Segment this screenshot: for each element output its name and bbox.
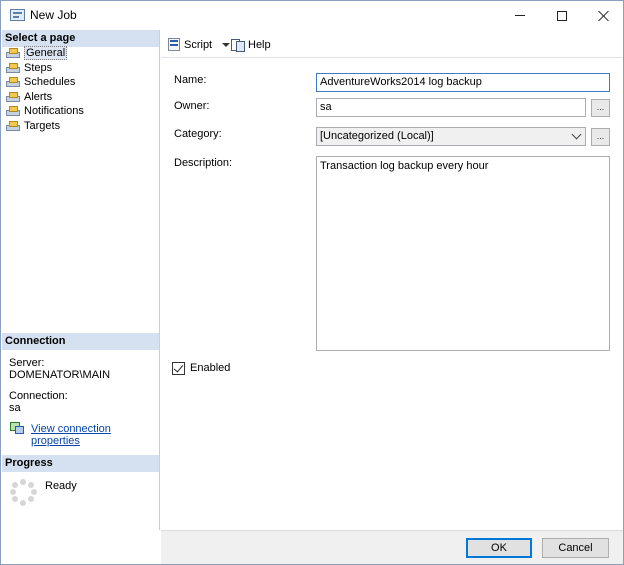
name-field[interactable]: AdventureWorks2014 log backup bbox=[316, 73, 610, 92]
page-item-schedules[interactable]: Schedules bbox=[3, 75, 84, 90]
server-value: DOMENATOR\MAIN bbox=[9, 369, 111, 381]
connection-value: sa bbox=[9, 402, 21, 414]
page-item-alerts[interactable]: Alerts bbox=[3, 90, 84, 105]
progress-spinner-icon bbox=[10, 479, 37, 506]
script-icon bbox=[167, 37, 181, 52]
toolbar: Script Help bbox=[161, 30, 623, 58]
view-connection-properties-link[interactable]: View connection properties bbox=[31, 423, 159, 447]
help-icon bbox=[231, 38, 245, 52]
close-icon bbox=[598, 10, 610, 22]
connection-header: Connection bbox=[2, 333, 159, 350]
enabled-checkbox[interactable] bbox=[172, 362, 185, 375]
progress-status: Ready bbox=[45, 480, 77, 492]
new-job-dialog: New Job Select a page General Steps Sche… bbox=[0, 0, 624, 565]
left-pane: Select a page General Steps Schedules Al… bbox=[1, 30, 160, 530]
minimize-button[interactable] bbox=[497, 1, 543, 30]
chevron-down-icon[interactable] bbox=[222, 42, 231, 47]
script-label: Script bbox=[184, 38, 213, 51]
category-select[interactable]: [Uncategorized (Local)] bbox=[316, 127, 586, 146]
connection-properties-icon[interactable] bbox=[10, 422, 24, 434]
page-item-label: Alerts bbox=[24, 90, 53, 103]
owner-field[interactable]: sa bbox=[316, 98, 586, 117]
ok-button[interactable]: OK bbox=[466, 538, 532, 558]
select-page-header: Select a page bbox=[2, 30, 159, 47]
category-value: [Uncategorized (Local)] bbox=[320, 130, 434, 142]
page-item-label: Notifications bbox=[24, 105, 84, 117]
page-icon bbox=[6, 77, 20, 88]
page-icon bbox=[6, 91, 20, 103]
connection-label: Connection: bbox=[9, 390, 68, 402]
page-icon bbox=[6, 48, 20, 59]
owner-label: Owner: bbox=[174, 100, 210, 112]
chevron-down-icon bbox=[571, 129, 582, 140]
progress-header: Progress bbox=[2, 455, 159, 472]
name-label: Name: bbox=[174, 74, 207, 86]
app-window-icon bbox=[10, 9, 25, 21]
page-item-label: General bbox=[24, 46, 68, 60]
category-label: Category: bbox=[174, 128, 222, 140]
owner-browse-button[interactable]: ... bbox=[591, 99, 610, 117]
page-item-targets[interactable]: Targets bbox=[3, 119, 84, 134]
window-title: New Job bbox=[30, 8, 77, 22]
category-browse-button[interactable]: ... bbox=[591, 128, 610, 146]
page-icon bbox=[6, 62, 20, 74]
maximize-button[interactable] bbox=[539, 1, 585, 30]
page-item-general[interactable]: General bbox=[3, 46, 84, 61]
page-icon bbox=[6, 106, 20, 117]
minimize-icon bbox=[515, 15, 525, 16]
help-button[interactable]: Help bbox=[231, 36, 271, 53]
server-label: Server: bbox=[9, 357, 45, 369]
help-label: Help bbox=[248, 38, 271, 51]
enabled-label: Enabled bbox=[190, 362, 231, 374]
description-label: Description: bbox=[174, 157, 233, 169]
page-icon bbox=[6, 120, 20, 132]
page-item-notifications[interactable]: Notifications bbox=[3, 104, 84, 119]
description-field[interactable]: Transaction log backup every hour bbox=[316, 156, 610, 351]
page-list: General Steps Schedules Alerts Notificat… bbox=[3, 46, 84, 133]
title-bar: New Job bbox=[1, 1, 623, 30]
maximize-icon bbox=[557, 10, 567, 21]
cancel-button[interactable]: Cancel bbox=[542, 538, 609, 558]
page-item-label: Targets bbox=[24, 119, 61, 132]
page-item-steps[interactable]: Steps bbox=[3, 61, 84, 76]
page-item-label: Steps bbox=[24, 61, 53, 74]
close-button[interactable] bbox=[581, 1, 624, 30]
page-item-label: Schedules bbox=[24, 76, 76, 88]
script-button[interactable]: Script bbox=[167, 36, 231, 53]
